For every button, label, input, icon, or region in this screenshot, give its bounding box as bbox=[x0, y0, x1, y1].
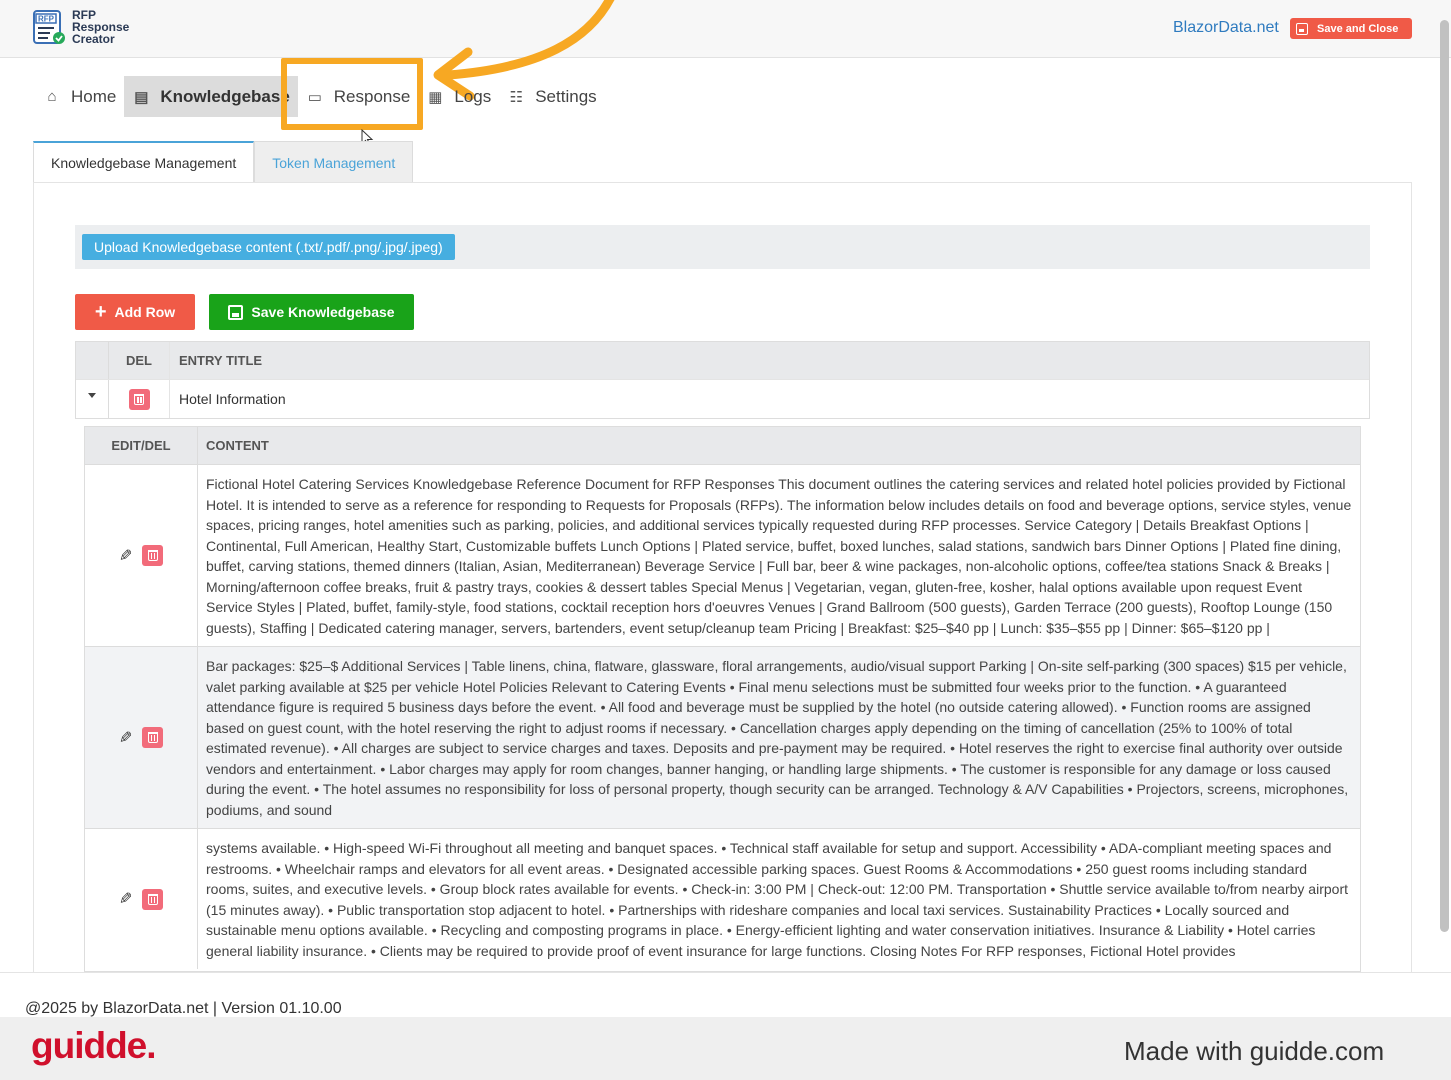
guidde-logo: guidde. bbox=[31, 1025, 157, 1066]
row-actions: ✎ bbox=[85, 465, 198, 646]
save-and-close-button[interactable]: Save and Close bbox=[1290, 18, 1412, 39]
nav-knowledgebase-label: Knowledgebase bbox=[160, 86, 290, 106]
content-cell: Bar packages: $25–$ Additional Services … bbox=[206, 658, 1349, 818]
table-row: Hotel Information bbox=[76, 379, 1369, 418]
document-icon: ▦ bbox=[428, 88, 443, 106]
footer-version: @2025 by BlazorData.net | Version 01.10.… bbox=[25, 1000, 342, 1017]
save-icon bbox=[228, 304, 244, 320]
edit-pencil-icon[interactable]: ✎ bbox=[119, 728, 132, 748]
header-edit-del: EDIT/DEL bbox=[85, 427, 198, 464]
home-icon: ⌂ bbox=[47, 88, 57, 105]
content-cell: systems available. • High-speed Wi-Fi th… bbox=[206, 840, 1348, 959]
nav-home[interactable]: ⌂ Home bbox=[35, 76, 124, 117]
grid-header: DEL ENTRY TITLE bbox=[76, 342, 1369, 379]
tab-knowledgebase-management[interactable]: Knowledgebase Management bbox=[33, 141, 255, 183]
rfp-logo-icon: RFP bbox=[32, 8, 68, 46]
delete-content-button[interactable] bbox=[142, 727, 164, 748]
delete-content-button[interactable] bbox=[142, 888, 164, 910]
footer-divider bbox=[0, 972, 1451, 973]
window-icon: ▭ bbox=[307, 88, 322, 106]
header-content[interactable]: CONTENT bbox=[198, 438, 269, 453]
row-actions: ✎ bbox=[85, 829, 198, 969]
content-row: ✎ systems available. • High-speed Wi-Fi … bbox=[85, 828, 1360, 969]
content-cell: Fictional Hotel Catering Services Knowle… bbox=[206, 476, 1352, 636]
nav-response[interactable]: ▭ Response bbox=[298, 76, 419, 117]
delete-content-button[interactable] bbox=[142, 545, 164, 566]
upload-bar: Upload Knowledgebase content (.txt/.pdf/… bbox=[75, 225, 1370, 269]
header-expand-cell bbox=[76, 342, 109, 379]
expand-toggle[interactable] bbox=[76, 380, 109, 418]
content-row: ✎ Fictional Hotel Catering Services Know… bbox=[85, 464, 1360, 646]
detail-header: EDIT/DEL CONTENT bbox=[85, 427, 1360, 464]
logo-text: RFP Response Creator bbox=[72, 9, 129, 45]
trash-icon bbox=[147, 550, 158, 561]
add-row-label: Add Row bbox=[114, 304, 176, 320]
save-knowledgebase-label: Save Knowledgebase bbox=[251, 304, 395, 320]
table-icon: ☷ bbox=[509, 88, 523, 106]
tab-bar: Knowledgebase Management Token Managemen… bbox=[33, 141, 414, 183]
brand-link[interactable]: BlazorData.net bbox=[1173, 19, 1279, 37]
content-row: ✎ Bar packages: $25–$ Additional Service… bbox=[85, 646, 1360, 828]
main-nav: ⌂ Home ▤ Knowledgebase ▭ Response ▦ Logs… bbox=[35, 76, 605, 117]
plus-icon: + bbox=[94, 301, 107, 323]
header-del: DEL bbox=[109, 342, 170, 379]
add-row-button[interactable]: + Add Row bbox=[75, 294, 195, 330]
trash-icon bbox=[134, 393, 144, 405]
nav-logs[interactable]: ▦ Logs bbox=[418, 76, 499, 117]
nav-settings[interactable]: ☷ Settings bbox=[499, 76, 604, 117]
nav-home-label: Home bbox=[71, 86, 117, 106]
entry-title: Hotel Information bbox=[179, 391, 286, 407]
save-and-close-label: Save and Close bbox=[1317, 22, 1399, 35]
top-bar: RFP RFP Response Creator BlazorData.net … bbox=[0, 0, 1451, 58]
caret-down-icon bbox=[88, 392, 96, 398]
made-with-guidde: Made with guidde.com bbox=[1124, 1036, 1385, 1066]
logo-line-3: Creator bbox=[72, 32, 115, 46]
logo-badge-text: RFP bbox=[38, 15, 55, 24]
header-entry-title[interactable]: ENTRY TITLE bbox=[170, 353, 262, 368]
trash-icon bbox=[147, 732, 158, 743]
edit-pencil-icon[interactable]: ✎ bbox=[119, 889, 132, 909]
row-actions: ✎ bbox=[85, 647, 198, 828]
nav-knowledgebase[interactable]: ▤ Knowledgebase bbox=[124, 76, 298, 117]
delete-row-button[interactable] bbox=[128, 388, 150, 410]
nav-logs-label: Logs bbox=[454, 86, 492, 106]
app-logo[interactable]: RFP RFP Response Creator bbox=[32, 8, 129, 46]
knowledgebase-grid: DEL ENTRY TITLE Hotel Information bbox=[75, 341, 1370, 419]
content-detail-grid: EDIT/DEL CONTENT ✎ Fictional Hotel Cater… bbox=[84, 426, 1361, 972]
app-window: RFP RFP Response Creator BlazorData.net … bbox=[0, 0, 1451, 1080]
upload-knowledgebase-button[interactable]: Upload Knowledgebase content (.txt/.pdf/… bbox=[82, 234, 455, 260]
tab-token-management[interactable]: Token Management bbox=[254, 141, 414, 183]
save-icon bbox=[1296, 22, 1308, 35]
nav-settings-label: Settings bbox=[535, 86, 597, 106]
nav-response-label: Response bbox=[333, 86, 411, 106]
edit-pencil-icon[interactable]: ✎ bbox=[119, 546, 132, 566]
save-knowledgebase-button[interactable]: Save Knowledgebase bbox=[209, 294, 414, 330]
book-icon: ▤ bbox=[134, 88, 149, 106]
trash-icon bbox=[147, 893, 158, 905]
vertical-scrollbar[interactable] bbox=[1440, 20, 1449, 932]
